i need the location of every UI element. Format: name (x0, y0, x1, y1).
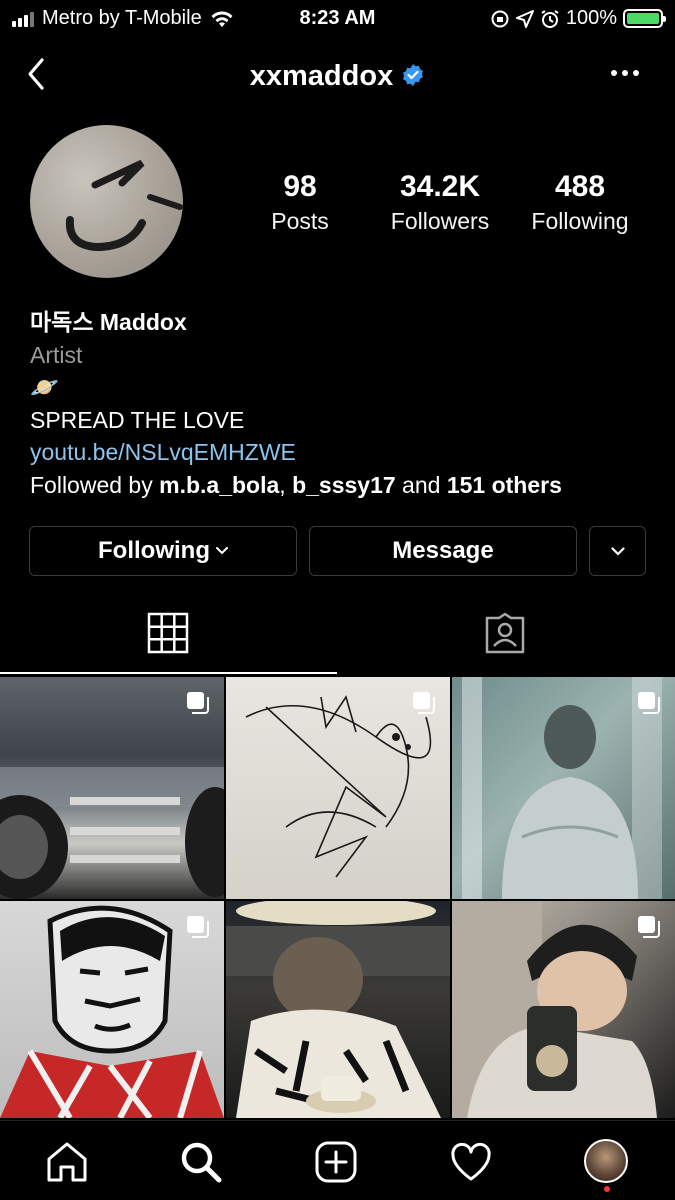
following-button[interactable]: Following (29, 526, 297, 576)
following-count: 488 (554, 170, 606, 203)
posts-grid (0, 677, 675, 1118)
stat-followers[interactable]: 34.2K Followers (370, 170, 510, 235)
followed-by[interactable]: Followed by m.b.a_bola, b_sssy17 and 151… (30, 469, 650, 502)
followed-and: and (395, 471, 447, 498)
following-button-label: Following (98, 537, 210, 564)
message-button[interactable]: Message (309, 526, 577, 576)
battery-percent: 100% (565, 7, 617, 29)
following-label: Following (531, 208, 629, 234)
post-thumbnail[interactable] (452, 677, 675, 899)
username-title: xxmaddox (249, 60, 394, 92)
chevron-down-icon (215, 547, 228, 555)
header-title: xxmaddox (0, 60, 675, 93)
followed-prefix: Followed by (30, 471, 160, 498)
message-button-label: Message (392, 537, 494, 564)
bottom-tab-bar (0, 1120, 675, 1200)
followers-label: Followers (390, 208, 490, 234)
status-bar: Metro by T-Mobile 8:23 AM 100% (0, 0, 675, 38)
ringed-planet-icon: 🪐 (30, 374, 59, 400)
profile-tab[interactable] (584, 1139, 630, 1185)
notification-dot (604, 1186, 610, 1192)
status-right: 100% (490, 7, 666, 30)
suggested-accounts-button[interactable] (589, 526, 646, 576)
profile-tabs (0, 600, 675, 674)
grid-icon[interactable] (147, 612, 189, 654)
profile-header: xxmaddox (0, 48, 675, 104)
multiple-images-icon (187, 692, 209, 714)
posts-label: Posts (271, 208, 329, 234)
avatar (584, 1139, 628, 1183)
multiple-images-icon (638, 692, 660, 714)
posts-count: 98 (283, 170, 317, 203)
profile-stats: 98 Posts 34.2K Followers 488 Following (230, 170, 650, 235)
more-options-icon[interactable] (611, 70, 639, 76)
profile-bio: 마독스 Maddox Artist 🪐 SPREAD THE LOVE yout… (30, 306, 650, 501)
location-icon (515, 9, 534, 28)
cafe-photo (226, 901, 450, 1118)
followed-separator: , (279, 471, 293, 498)
followed-user-2: b_sssy17 (292, 471, 396, 498)
followed-user-1: m.b.a_bola (159, 471, 280, 498)
tagged-person-icon[interactable] (484, 612, 526, 654)
profile-avatar[interactable] (30, 125, 183, 278)
multiple-images-icon (413, 692, 435, 714)
multiple-images-icon (638, 916, 660, 938)
stat-following[interactable]: 488 Following (510, 170, 650, 235)
avatar-drawing (65, 159, 183, 252)
post-thumbnail[interactable] (0, 677, 224, 899)
post-thumbnail[interactable] (452, 901, 675, 1118)
home-icon[interactable] (44, 1139, 90, 1185)
add-post-icon[interactable] (313, 1139, 359, 1185)
orientation-lock-icon (491, 10, 509, 27)
followed-others: 151 others (446, 471, 562, 498)
multiple-images-icon (187, 916, 209, 938)
post-thumbnail[interactable] (226, 677, 450, 899)
followers-count: 34.2K (399, 170, 481, 203)
bio-text: SPREAD THE LOVE (30, 406, 245, 433)
display-name: 마독스 Maddox (30, 309, 187, 335)
bio-link[interactable]: youtu.be/NSLvqEMHZWE (30, 436, 650, 469)
search-icon[interactable] (178, 1139, 224, 1185)
category-label: Artist (30, 341, 83, 368)
alarm-icon (541, 9, 559, 28)
heart-icon[interactable] (448, 1139, 494, 1185)
stat-posts[interactable]: 98 Posts (230, 170, 370, 235)
active-tab-indicator (0, 672, 337, 674)
chevron-down-icon (610, 546, 625, 556)
post-thumbnail[interactable] (226, 901, 450, 1118)
verified-badge-icon (403, 64, 424, 86)
battery-icon (623, 9, 666, 28)
post-thumbnail[interactable] (0, 901, 224, 1118)
